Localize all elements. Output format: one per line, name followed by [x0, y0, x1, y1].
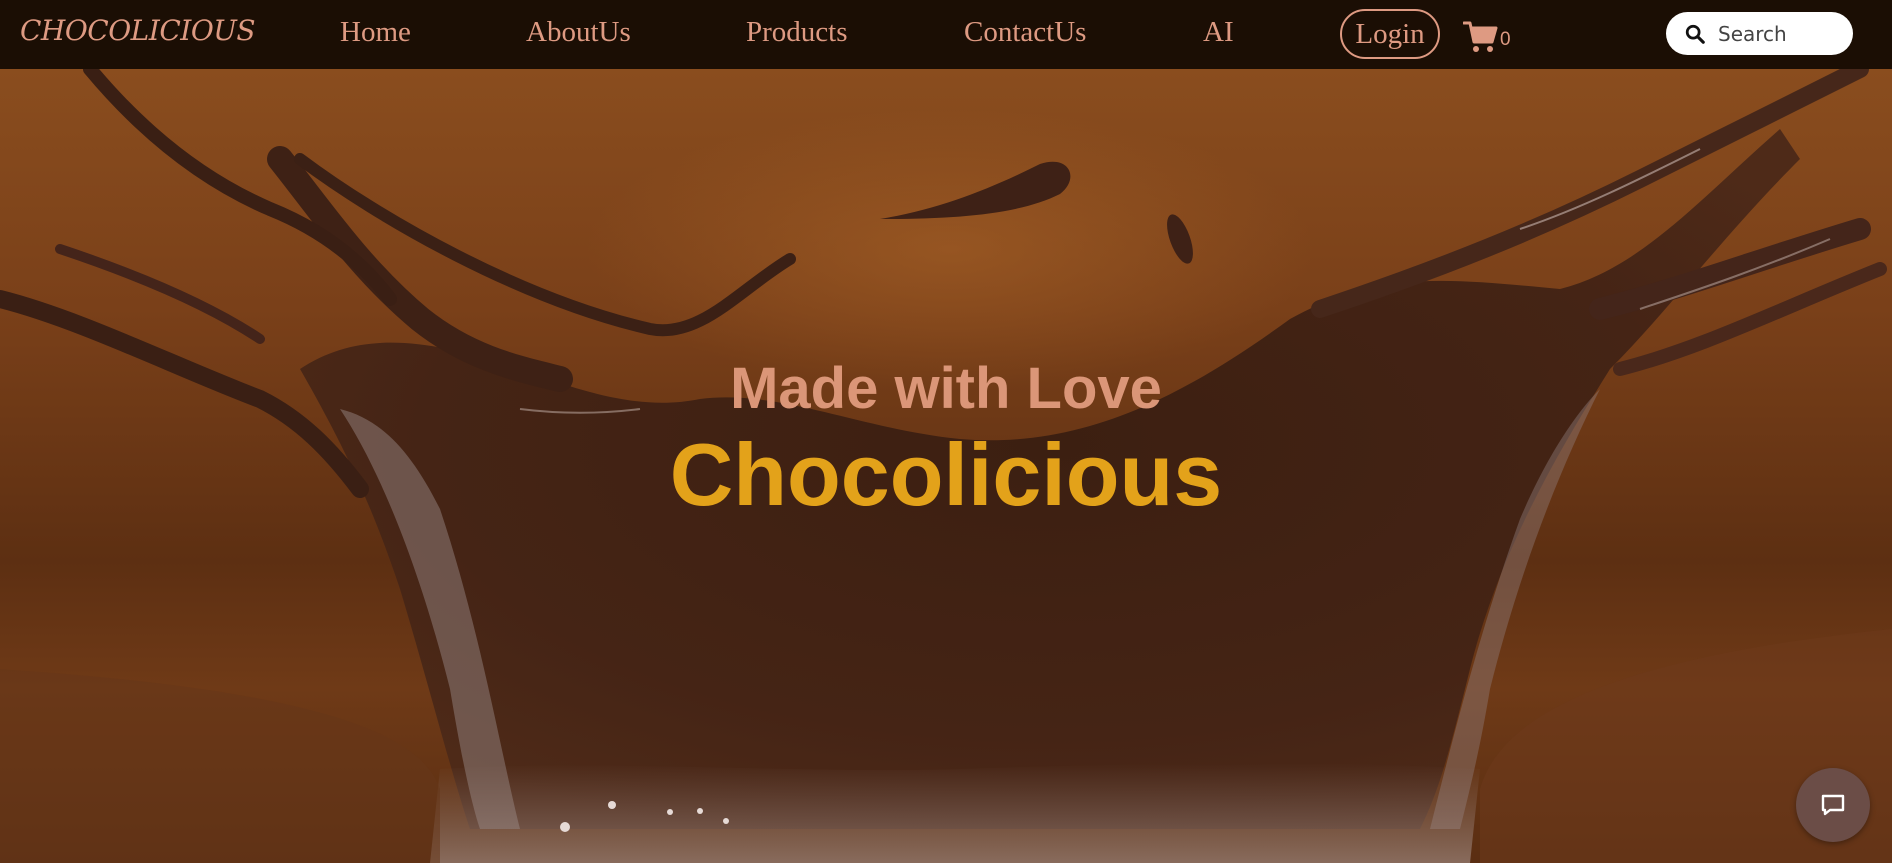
search-input[interactable]: [1718, 21, 1848, 46]
chat-button[interactable]: [1796, 768, 1870, 842]
brand-logo[interactable]: CHOCOLICIOUS: [20, 14, 256, 47]
nav-link-about-us[interactable]: AboutUs: [526, 16, 631, 49]
nav-link-home[interactable]: Home: [340, 16, 411, 49]
shopping-cart-icon: [1463, 21, 1498, 52]
navbar: CHOCOLICIOUS Home AboutUs Products Conta…: [0, 0, 1892, 69]
hero-title: Chocolicious: [669, 425, 1223, 524]
cart-count: 0: [1500, 29, 1511, 50]
login-button[interactable]: Login: [1340, 9, 1440, 59]
chat-icon: [1821, 794, 1845, 816]
nav-link-ai[interactable]: AI: [1203, 16, 1234, 49]
search-icon[interactable]: [1684, 23, 1706, 45]
hero-section: Made with Love Chocolicious: [0, 69, 1892, 863]
cart-button[interactable]: 0: [1463, 14, 1511, 54]
search-box: [1666, 12, 1853, 55]
nav-link-contact-us[interactable]: ContactUs: [964, 16, 1086, 49]
hero-subtitle: Made with Love: [730, 356, 1162, 421]
nav-link-products[interactable]: Products: [746, 16, 848, 49]
